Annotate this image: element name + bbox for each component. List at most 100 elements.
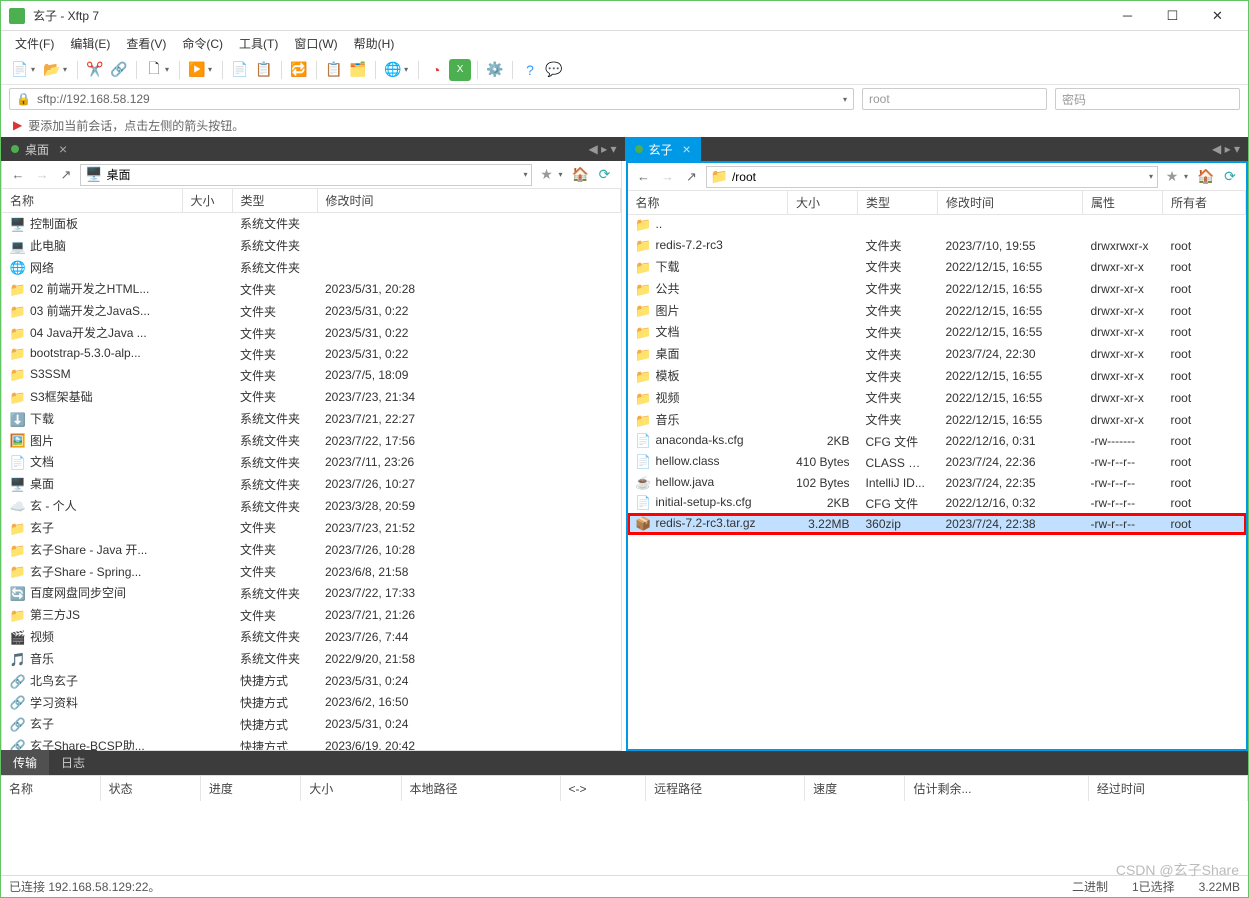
refresh-icon[interactable]: ⟳ (595, 165, 615, 185)
table-row[interactable]: 📁文档文件夹2022/12/15, 16:55drwxr-xr-xroot (628, 321, 1246, 343)
red-icon[interactable]: ◔ (425, 59, 447, 81)
list-icon[interactable]: 📋 (323, 59, 345, 81)
col-header[interactable]: 修改时间 (317, 189, 620, 213)
local-path-input[interactable] (106, 168, 523, 182)
table-row[interactable]: 📦redis-7.2-rc3.tar.gz3.22MB360zip2023/7/… (628, 514, 1246, 534)
bookmark-icon[interactable]: ★ (536, 165, 556, 185)
back-button[interactable]: ← (634, 167, 654, 187)
table-row[interactable]: 📁下载文件夹2022/12/15, 16:55drwxr-xr-xroot (628, 256, 1246, 278)
log-col[interactable]: 本地路径 (401, 776, 560, 801)
table-row[interactable]: 🖥️控制面板系统文件夹 (2, 213, 620, 235)
menu-帮助(H)[interactable]: 帮助(H) (348, 33, 401, 54)
table-row[interactable]: 📄hellow.class410 BytesCLASS 文件2023/7/24,… (628, 452, 1246, 473)
table-row[interactable]: 📁玄子Share - Spring...文件夹2023/6/8, 21:58 (2, 561, 620, 583)
table-row[interactable]: 🔗北鸟玄子快捷方式2023/5/31, 0:24 (2, 670, 620, 692)
globe-icon[interactable]: 🌐 (382, 59, 404, 81)
table-row[interactable]: 📁S3SSM文件夹2023/7/5, 18:09 (2, 365, 620, 386)
log-table[interactable]: 名称状态进度大小本地路径<->远程路径速度估计剩余...经过时间 (1, 775, 1248, 875)
new-session-icon[interactable]: 📄 (9, 59, 31, 81)
tab-scroll-right[interactable]: ◀ ▸ ▾ (1204, 142, 1248, 156)
green-icon[interactable]: X (449, 59, 471, 81)
table-row[interactable]: 📁bootstrap-5.3.0-alp...文件夹2023/5/31, 0:2… (2, 344, 620, 365)
forward-button[interactable]: → (658, 167, 678, 187)
cut-icon[interactable]: ✂️ (84, 59, 106, 81)
table-row[interactable]: 📄文档系统文件夹2023/7/11, 23:26 (2, 451, 620, 473)
log-col[interactable]: 速度 (805, 776, 905, 801)
link-icon[interactable]: 🔗 (108, 59, 130, 81)
close-button[interactable]: ✕ (1195, 2, 1240, 30)
forward-button[interactable]: → (32, 165, 52, 185)
up-button[interactable]: ↗ (56, 165, 76, 185)
col-header[interactable]: 所有者 (1163, 191, 1246, 215)
table-row[interactable]: 📁redis-7.2-rc3文件夹2023/7/10, 19:55drwxrwx… (628, 235, 1246, 256)
copy-icon[interactable]: 📋 (253, 59, 275, 81)
new-file-icon[interactable]: 🗋 (143, 59, 165, 81)
table-row[interactable]: ☁️玄 - 个人系统文件夹2023/3/28, 20:59 (2, 495, 620, 517)
chat-icon[interactable]: 💬 (543, 59, 565, 81)
table-row[interactable]: 📁玄子Share - Java 开...文件夹2023/7/26, 10:28 (2, 539, 620, 561)
log-col[interactable]: 经过时间 (1088, 776, 1247, 801)
table-row[interactable]: 📁桌面文件夹2023/7/24, 22:30drwxr-xr-xroot (628, 343, 1246, 365)
table-row[interactable]: 🌐网络系统文件夹 (2, 257, 620, 279)
table-row[interactable]: 🔗玄子快捷方式2023/5/31, 0:24 (2, 713, 620, 735)
play-icon[interactable]: ▶️ (186, 59, 208, 81)
table-row[interactable]: ⬇️下载系统文件夹2023/7/21, 22:27 (2, 408, 620, 430)
local-file-table[interactable]: 名称大小类型修改时间 🖥️控制面板系统文件夹💻此电脑系统文件夹🌐网络系统文件夹📁… (2, 189, 621, 750)
remote-path-input[interactable] (732, 170, 1149, 184)
table-row[interactable]: 🎵音乐系统文件夹2022/9/20, 21:58 (2, 648, 620, 670)
sync-icon[interactable]: 🔁 (288, 59, 310, 81)
logtab-日志[interactable]: 日志 (49, 750, 97, 775)
settings-icon[interactable]: ⚙️ (484, 59, 506, 81)
log-col[interactable]: 估计剩余... (905, 776, 1088, 801)
table-row[interactable]: 🔗玄子Share-BCSP助...快捷方式2023/6/19, 20:42 (2, 735, 620, 750)
col-header[interactable]: 名称 (2, 189, 182, 213)
log-col[interactable]: <-> (560, 776, 646, 801)
table-row[interactable]: 📄anaconda-ks.cfg2KBCFG 文件2022/12/16, 0:3… (628, 431, 1246, 452)
table-row[interactable]: 🎬视频系统文件夹2023/7/26, 7:44 (2, 626, 620, 648)
col-header[interactable]: 名称 (628, 191, 788, 215)
tab-local[interactable]: 桌面 × (1, 137, 77, 161)
remote-file-table[interactable]: 名称大小类型修改时间属性所有者 📁..📁redis-7.2-rc3文件夹2023… (628, 191, 1247, 749)
new-window-icon[interactable]: 📄 (229, 59, 251, 81)
help-icon[interactable]: ? (519, 59, 541, 81)
menu-工具(T)[interactable]: 工具(T) (233, 33, 284, 54)
table-row[interactable]: 🖼️图片系统文件夹2023/7/22, 17:56 (2, 430, 620, 452)
local-path-box[interactable]: 🖥️ ▾ (80, 164, 532, 186)
table-row[interactable]: 🔄百度网盘同步空间系统文件夹2023/7/22, 17:33 (2, 582, 620, 604)
table-row[interactable]: 📁02 前端开发之HTML...文件夹2023/5/31, 20:28 (2, 278, 620, 300)
user-field[interactable]: root (862, 88, 1047, 110)
col-header[interactable]: 大小 (182, 189, 232, 213)
table-row[interactable]: 📄initial-setup-ks.cfg2KBCFG 文件2022/12/16… (628, 493, 1246, 514)
remote-path-box[interactable]: 📁 ▾ (706, 166, 1158, 188)
table-row[interactable]: 🔗学习资料快捷方式2023/6/2, 16:50 (2, 692, 620, 714)
bookmark-icon[interactable]: ★ (1162, 167, 1182, 187)
home-icon[interactable]: 🏠 (571, 165, 591, 185)
table-row[interactable]: 📁04 Java开发之Java ...文件夹2023/5/31, 0:22 (2, 322, 620, 344)
tab-remote[interactable]: 玄子 × (625, 137, 701, 161)
col-header[interactable]: 属性 (1083, 191, 1163, 215)
menu-窗口(W)[interactable]: 窗口(W) (288, 33, 343, 54)
address-box[interactable]: 🔒 ▾ (9, 88, 854, 110)
address-input[interactable] (37, 92, 843, 106)
table-row[interactable]: 📁公共文件夹2022/12/15, 16:55drwxr-xr-xroot (628, 278, 1246, 300)
home-icon[interactable]: 🏠 (1196, 167, 1216, 187)
log-col[interactable]: 大小 (301, 776, 401, 801)
minimize-button[interactable]: ─ (1105, 2, 1150, 30)
open-session-icon[interactable]: 📂 (41, 59, 63, 81)
table-row[interactable]: 📁S3框架基础文件夹2023/7/23, 21:34 (2, 386, 620, 408)
col-header[interactable]: 类型 (232, 189, 317, 213)
table-row[interactable]: ☕hellow.java102 BytesIntelliJ ID...2023/… (628, 473, 1246, 493)
table-row[interactable]: 🖥️桌面系统文件夹2023/7/26, 10:27 (2, 473, 620, 495)
col-header[interactable]: 类型 (858, 191, 938, 215)
table-row[interactable]: 📁第三方JS文件夹2023/7/21, 21:26 (2, 604, 620, 626)
log-col[interactable]: 状态 (100, 776, 200, 801)
tiles-icon[interactable]: 🗂️ (347, 59, 369, 81)
tab-close-icon[interactable]: × (59, 141, 67, 157)
menu-命令(C)[interactable]: 命令(C) (176, 33, 229, 54)
menu-编辑(E)[interactable]: 编辑(E) (64, 33, 116, 54)
logtab-传输[interactable]: 传输 (1, 750, 49, 775)
log-col[interactable]: 远程路径 (646, 776, 805, 801)
table-row[interactable]: 📁图片文件夹2022/12/15, 16:55drwxr-xr-xroot (628, 300, 1246, 322)
log-col[interactable]: 名称 (1, 776, 100, 801)
table-row[interactable]: 📁视频文件夹2022/12/15, 16:55drwxr-xr-xroot (628, 387, 1246, 409)
